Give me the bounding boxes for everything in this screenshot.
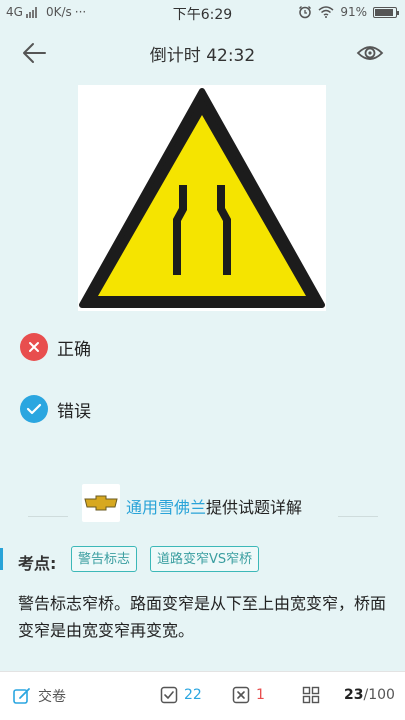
wrong-count: 1 bbox=[256, 687, 265, 703]
edit-icon bbox=[13, 688, 30, 704]
narrow-road-warning-sign bbox=[79, 88, 325, 308]
progress-current: 23 bbox=[344, 687, 364, 703]
explanation-text: 警告标志窄桥。路面变窄是从下至上由宽变窄，桥面变窄是由宽变窄再变宽。 bbox=[18, 594, 387, 640]
question-grid-button[interactable]: 23/100 bbox=[302, 686, 395, 704]
key-point-tag[interactable]: 警告标志 bbox=[71, 546, 138, 572]
option-label: 正确 bbox=[57, 339, 91, 360]
correct-box-icon bbox=[160, 686, 178, 704]
submit-exam-button[interactable]: 交卷 bbox=[12, 686, 66, 706]
question-image bbox=[78, 85, 326, 311]
progress-total: /100 bbox=[363, 687, 395, 703]
battery-percent: 91% bbox=[340, 5, 367, 19]
provider-credit: 通用雪佛兰提供试题详解 bbox=[0, 484, 405, 522]
countdown-title: 倒计时 42:32 bbox=[149, 46, 256, 66]
wifi-icon bbox=[318, 6, 334, 18]
eye-icon bbox=[356, 46, 384, 60]
provider-text: 通用雪佛兰提供试题详解 bbox=[126, 494, 302, 518]
check-mark-icon bbox=[20, 395, 48, 423]
correct-count-button[interactable]: 22 bbox=[160, 686, 202, 704]
option-false[interactable]: 错误 bbox=[20, 394, 91, 424]
option-true[interactable]: 正确 bbox=[20, 332, 91, 362]
status-bar: 4G 0K/s ··· 下午6:29 91% bbox=[0, 0, 405, 26]
battery-icon bbox=[373, 6, 399, 18]
divider bbox=[28, 516, 68, 517]
submit-label: 交卷 bbox=[38, 689, 66, 705]
provider-suffix: 提供试题详解 bbox=[206, 498, 303, 517]
key-points-label: 考点: bbox=[18, 554, 57, 573]
status-right: 91% bbox=[298, 5, 399, 19]
progress-indicator: 23/100 bbox=[344, 687, 395, 703]
bottom-toolbar: 交卷 22 1 23/100 bbox=[0, 671, 405, 720]
provider-brand-link[interactable]: 通用雪佛兰 bbox=[126, 498, 206, 517]
view-answer-button[interactable] bbox=[355, 39, 385, 67]
wrong-mark-icon bbox=[20, 333, 48, 361]
top-app-bar: 倒计时 42:32 bbox=[0, 26, 405, 80]
divider bbox=[338, 516, 378, 517]
key-point-tag[interactable]: 道路变窄VS窄桥 bbox=[150, 546, 260, 572]
key-points: 考点: 警告标志 道路变窄VS窄桥 bbox=[0, 545, 405, 575]
grid-icon bbox=[302, 686, 320, 704]
chevrolet-logo bbox=[82, 484, 120, 522]
section-accent-bar bbox=[0, 548, 3, 570]
correct-count: 22 bbox=[184, 687, 202, 703]
option-label: 错误 bbox=[57, 401, 91, 422]
alarm-icon bbox=[299, 6, 312, 19]
wrong-count-button[interactable]: 1 bbox=[232, 686, 265, 704]
wrong-box-icon bbox=[232, 686, 250, 704]
